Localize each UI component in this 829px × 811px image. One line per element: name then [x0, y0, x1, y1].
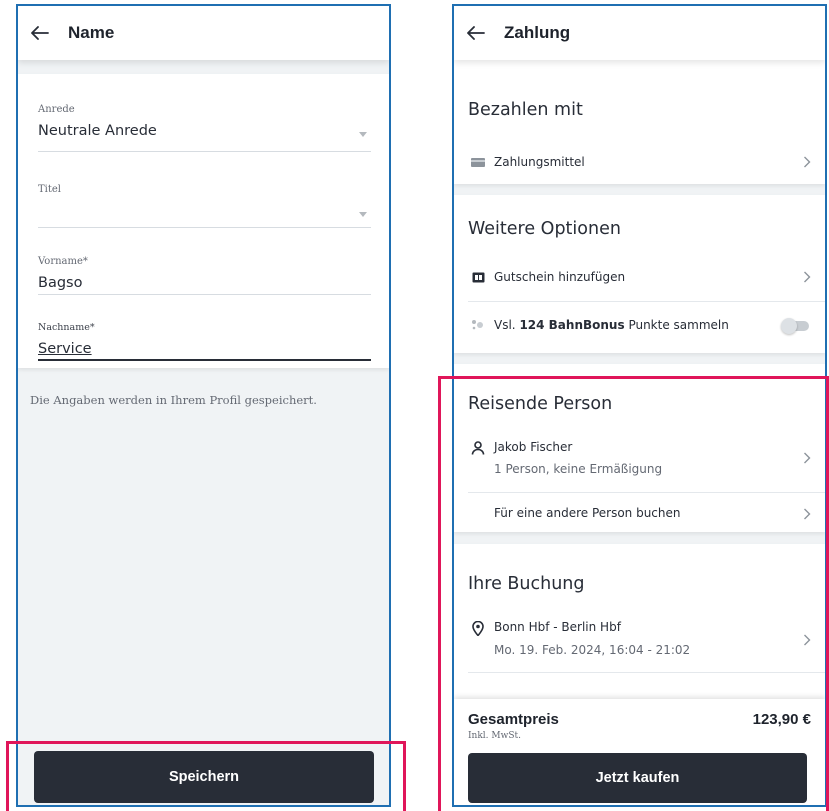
title-value	[38, 203, 371, 221]
back-arrow-icon[interactable]	[464, 21, 488, 45]
app-bar: Zahlung	[454, 6, 825, 60]
bahnbonus-row: Vsl. 124 BahnBonus Punkte sammeln	[454, 311, 825, 341]
back-arrow-icon[interactable]	[28, 21, 52, 45]
first-name-label: Vorname*	[38, 256, 88, 267]
more-options-section: Weitere Optionen Gutschein hinzufügen Vs…	[454, 195, 825, 353]
first-name-value: Bagso	[38, 275, 83, 291]
voucher-icon	[470, 269, 486, 285]
salutation-select[interactable]: Anrede Neutrale Anrede	[38, 104, 371, 154]
more-options-heading: Weitere Optionen	[468, 219, 621, 239]
first-name-field[interactable]: Vorname* Bagso	[38, 256, 371, 296]
bonus-dots-icon	[470, 317, 486, 333]
voucher-label: Gutschein hinzufügen	[494, 270, 626, 284]
card-icon	[470, 154, 486, 170]
salutation-label: Anrede	[38, 104, 75, 115]
voucher-row[interactable]: Gutschein hinzufügen	[454, 259, 825, 295]
bahnbonus-toggle[interactable]	[781, 318, 811, 334]
bahnbonus-text: Vsl. 124 BahnBonus Punkte sammeln	[494, 318, 729, 332]
chevron-down-icon	[359, 212, 367, 217]
last-name-label: Nachname*	[38, 322, 95, 333]
page-title: Name	[68, 23, 115, 42]
payment-method-label: Zahlungsmittel	[494, 155, 585, 169]
pay-with-heading: Bezahlen mit	[468, 100, 583, 120]
salutation-value: Neutrale Anrede	[38, 123, 157, 139]
title-label: Titel	[38, 184, 62, 195]
highlight-frame-save	[6, 741, 406, 811]
chevron-down-icon	[359, 132, 367, 137]
last-name-value: Service	[38, 341, 92, 357]
profile-hint: Die Angaben werden in Ihrem Profil gespe…	[30, 393, 317, 407]
name-screen: Name Anrede Neutrale Anrede Titel Vornam…	[16, 4, 391, 807]
page-title: Zahlung	[504, 23, 571, 42]
payment-method-row[interactable]: Zahlungsmittel	[454, 144, 825, 180]
pay-with-section: Bezahlen mit Zahlungsmittel	[454, 60, 825, 184]
app-bar: Name	[18, 6, 389, 60]
name-form: Anrede Neutrale Anrede Titel Vorname* Ba…	[18, 74, 389, 368]
last-name-field[interactable]: Nachname* Service	[38, 322, 371, 362]
title-select[interactable]: Titel	[38, 184, 371, 230]
chevron-right-icon	[804, 271, 811, 283]
highlight-frame-checkout	[438, 376, 829, 811]
chevron-right-icon	[804, 156, 811, 168]
